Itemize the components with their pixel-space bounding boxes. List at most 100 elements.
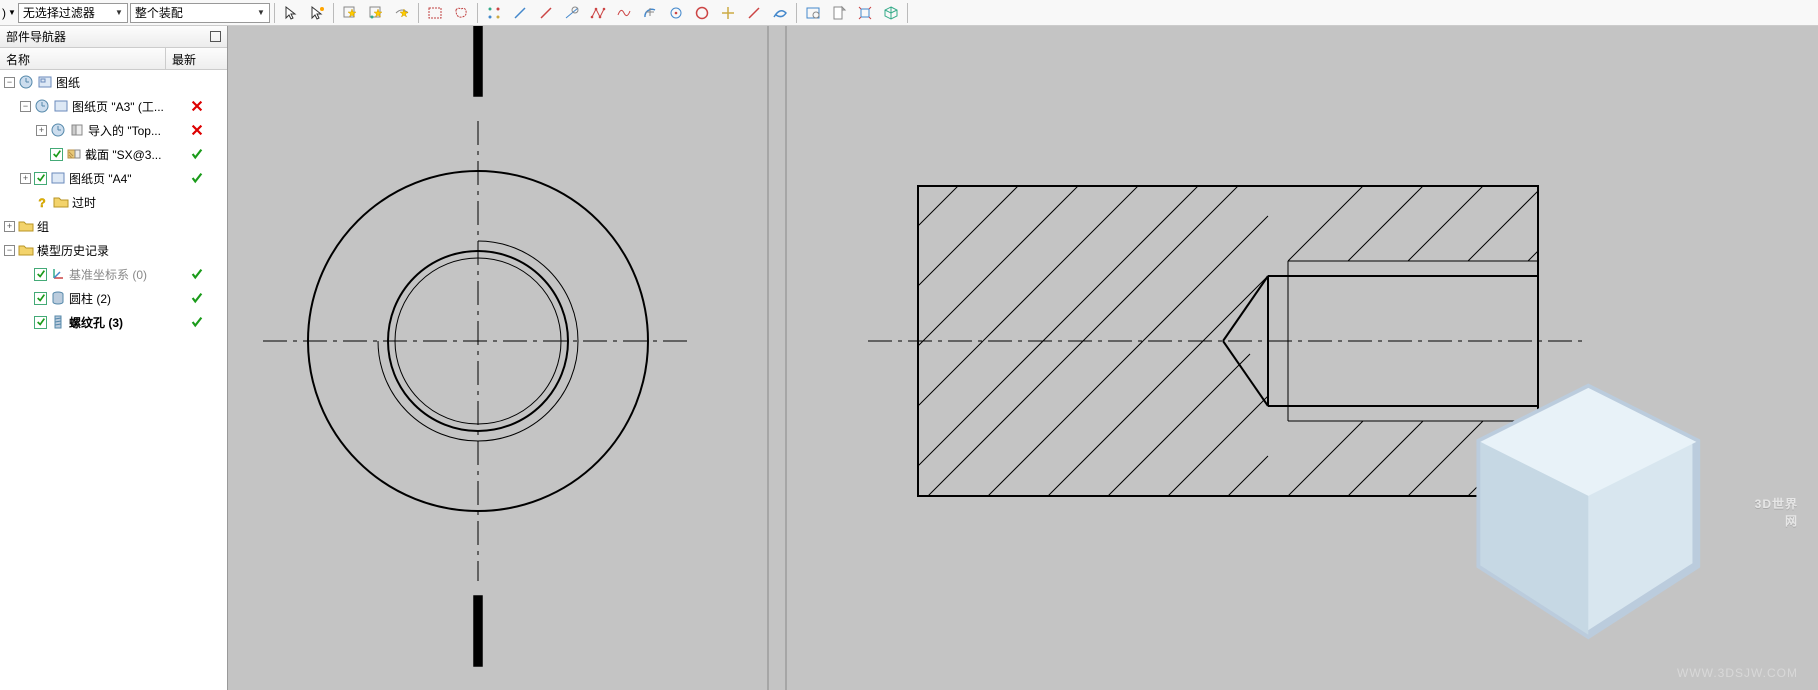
main-toolbar: ) ▼ 无选择过滤器 ▼ 整个装配 ▼: [0, 0, 1818, 26]
checkbox-icon[interactable]: [34, 316, 47, 329]
folder-icon: [18, 218, 34, 234]
tree-label: 过时: [72, 194, 96, 211]
view-icon: [69, 122, 85, 138]
view-sheet-icon[interactable]: [827, 2, 851, 24]
line-tool-icon[interactable]: [508, 2, 532, 24]
navigator-tree[interactable]: − 图纸 − 图纸页 "A3" (工... + 导入的 "Top: [0, 70, 227, 690]
front-view: [263, 26, 693, 666]
sheet-icon: [37, 74, 53, 90]
diag-line-icon[interactable]: [742, 2, 766, 24]
column-name-header[interactable]: 名称: [0, 48, 166, 69]
assembly-scope-label: 整个装配: [135, 4, 183, 21]
checkbox-icon[interactable]: [34, 292, 47, 305]
tree-label: 导入的 "Top...: [88, 122, 161, 139]
expander-icon[interactable]: +: [20, 173, 31, 184]
checkbox-icon[interactable]: [50, 148, 63, 161]
tree-row-imported-top[interactable]: + 导入的 "Top...: [0, 118, 227, 142]
watermark-name: 3D世界网: [1750, 495, 1798, 529]
clock-icon: [18, 74, 34, 90]
svg-text:?: ?: [38, 196, 45, 210]
status-uptodate-icon: [168, 147, 227, 161]
tangent-line-icon[interactable]: [560, 2, 584, 24]
circle-icon[interactable]: [690, 2, 714, 24]
rect-select-icon[interactable]: [423, 2, 447, 24]
expander-icon[interactable]: −: [4, 245, 15, 256]
circle-center-icon[interactable]: [664, 2, 688, 24]
folder-icon: [53, 194, 69, 210]
clock-icon: [34, 98, 50, 114]
tree-label: 截面 "SX@3...: [85, 146, 161, 163]
tree-row-datum-csys[interactable]: 基准坐标系 (0): [0, 262, 227, 286]
part-navigator-panel: 部件导航器 名称 最新 − 图纸 − 图纸页 "A3" (工...: [0, 26, 228, 690]
sheet-icon: [50, 170, 66, 186]
status-outdated-icon: [168, 99, 227, 113]
menu-truncated[interactable]: ): [2, 6, 6, 20]
status-uptodate-icon: [168, 171, 227, 185]
view-cube-icon[interactable]: [879, 2, 903, 24]
polyline-icon[interactable]: [586, 2, 610, 24]
panel-dock-icon[interactable]: [210, 31, 221, 42]
threaded-hole-icon: [50, 314, 66, 330]
status-uptodate-icon: [168, 267, 227, 281]
tree-row-section-sx[interactable]: 截面 "SX@3...: [0, 142, 227, 166]
menu-dropdown-icon[interactable]: ▼: [8, 8, 16, 17]
tree-row-obsolete[interactable]: ? 过时: [0, 190, 227, 214]
column-latest-header[interactable]: 最新: [166, 48, 226, 69]
selection-filter-dropdown[interactable]: 无选择过滤器 ▼: [18, 3, 128, 23]
tree-label: 圆柱 (2): [69, 290, 111, 307]
cylinder-icon: [50, 290, 66, 306]
checkbox-icon[interactable]: [34, 172, 47, 185]
checkbox-icon[interactable]: [34, 268, 47, 281]
sketch-star3-icon[interactable]: [390, 2, 414, 24]
curve-tool-icon[interactable]: [768, 2, 792, 24]
spline-icon[interactable]: [612, 2, 636, 24]
drawing-canvas[interactable]: 3D世界网 WWW.3DSJW.COM: [228, 26, 1818, 690]
selection-filter-label: 无选择过滤器: [23, 4, 95, 21]
status-outdated-icon: [168, 123, 227, 137]
expander-icon[interactable]: −: [20, 101, 31, 112]
status-uptodate-icon: [168, 291, 227, 305]
tree-row-cylinder[interactable]: 圆柱 (2): [0, 286, 227, 310]
dropdown-arrow-icon: ▼: [257, 8, 265, 17]
tree-row-model-history[interactable]: − 模型历史记录: [0, 238, 227, 262]
clock-icon: [50, 122, 66, 138]
tree-label: 基准坐标系 (0): [69, 266, 147, 283]
cursor-tool-alt-icon[interactable]: [305, 2, 329, 24]
sheet-icon: [53, 98, 69, 114]
arc-tool-icon[interactable]: [638, 2, 662, 24]
tree-row-sheet-a4[interactable]: + 图纸页 "A4": [0, 166, 227, 190]
watermark-url: WWW.3DSJW.COM: [1434, 666, 1798, 680]
line-tool-red-icon[interactable]: [534, 2, 558, 24]
tree-row-sheet-a3[interactable]: − 图纸页 "A3" (工...: [0, 94, 227, 118]
cube-logo-icon: [1434, 357, 1743, 666]
cursor-tool-icon[interactable]: [279, 2, 303, 24]
panel-column-header: 名称 最新: [0, 48, 227, 70]
tree-row-drawing[interactable]: − 图纸: [0, 70, 227, 94]
sketch-star2-icon[interactable]: [364, 2, 388, 24]
cross-point-icon[interactable]: [716, 2, 740, 24]
assembly-scope-dropdown[interactable]: 整个装配 ▼: [130, 3, 270, 23]
snap-points-icon[interactable]: [482, 2, 506, 24]
tree-label: 螺纹孔 (3): [69, 314, 123, 331]
fit-all-icon[interactable]: [853, 2, 877, 24]
free-select-icon[interactable]: [449, 2, 473, 24]
tree-row-group[interactable]: + 组: [0, 214, 227, 238]
section-view-icon: [66, 146, 82, 162]
tree-row-threaded-hole[interactable]: 螺纹孔 (3): [0, 310, 227, 334]
tree-label: 模型历史记录: [37, 242, 109, 259]
status-uptodate-icon: [168, 315, 227, 329]
expander-icon[interactable]: −: [4, 77, 15, 88]
expander-icon[interactable]: +: [4, 221, 15, 232]
tree-label: 图纸页 "A4": [69, 170, 132, 187]
sketch-star1-icon[interactable]: [338, 2, 362, 24]
panel-title-label: 部件导航器: [6, 28, 66, 45]
tree-label: 图纸: [56, 74, 80, 91]
datum-csys-icon: [50, 266, 66, 282]
expander-icon[interactable]: +: [36, 125, 47, 136]
question-icon: ?: [34, 194, 50, 210]
zoom-fit-icon[interactable]: [801, 2, 825, 24]
panel-titlebar: 部件导航器: [0, 26, 227, 48]
tree-label: 组: [37, 218, 49, 235]
watermark: 3D世界网 WWW.3DSJW.COM: [1434, 357, 1798, 680]
dropdown-arrow-icon: ▼: [115, 8, 123, 17]
